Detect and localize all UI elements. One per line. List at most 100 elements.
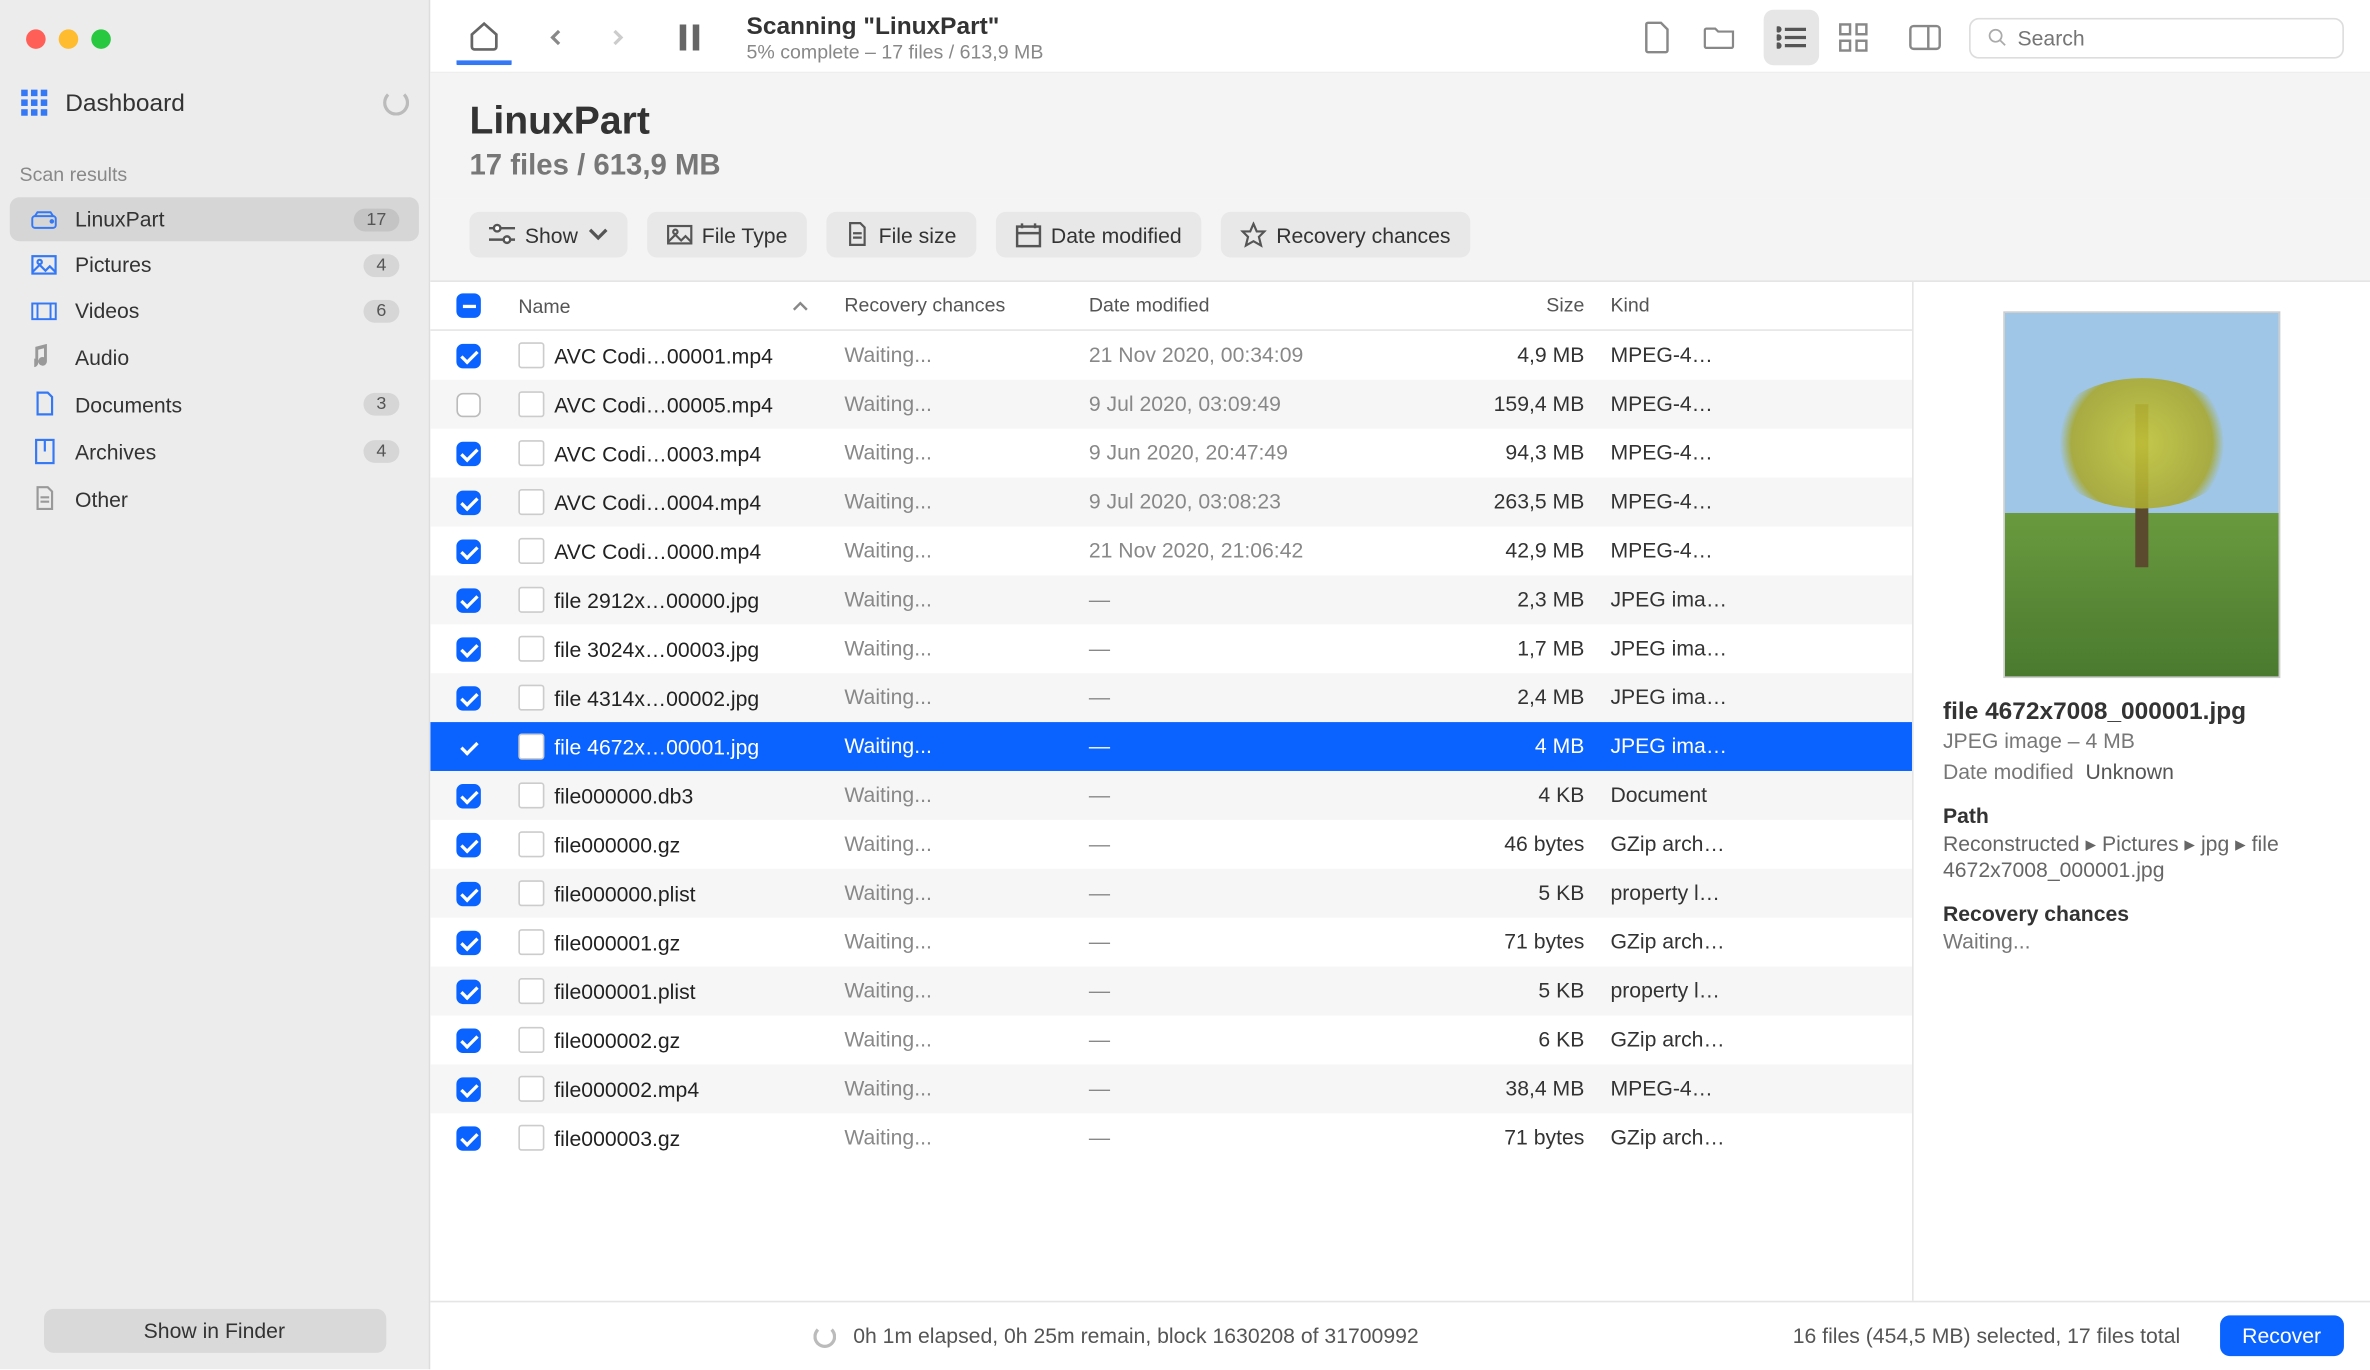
scan-title: Scanning "LinuxPart" [747, 12, 1044, 40]
sidebar-item-linuxpart[interactable]: LinuxPart17 [10, 197, 419, 241]
row-checkbox[interactable] [456, 441, 480, 465]
table-row[interactable]: AVC Codi…00005.mp4Waiting...9 Jul 2020, … [430, 380, 1912, 429]
table-row[interactable]: file000001.gzWaiting...—71 bytesGZip arc… [430, 918, 1912, 967]
row-checkbox[interactable] [456, 588, 480, 612]
page-subtitle: 17 files / 613,9 MB [469, 148, 2330, 182]
show-in-finder-button[interactable]: Show in Finder [43, 1309, 385, 1353]
file-size-filter-button[interactable]: File size [826, 212, 975, 258]
grid-icon [20, 88, 49, 117]
cell-recovery: Waiting... [831, 1113, 1076, 1162]
column-recovery[interactable]: Recovery chances [831, 282, 1076, 329]
row-checkbox[interactable] [456, 637, 480, 661]
row-checkbox[interactable] [456, 734, 480, 758]
table-row[interactable]: file 4672x…00001.jpgWaiting...—4 MBJPEG … [430, 722, 1912, 771]
table-row[interactable]: file000000.db3Waiting...—4 KBDocument [430, 771, 1912, 820]
table-row[interactable]: file 3024x…00003.jpgWaiting...—1,7 MBJPE… [430, 624, 1912, 673]
column-name[interactable]: Name [505, 282, 831, 329]
sidebar-item-documents[interactable]: Documents3 [10, 381, 419, 427]
row-checkbox[interactable] [456, 881, 480, 905]
row-checkbox[interactable] [456, 392, 480, 416]
sidebar-toggle-button[interactable] [1897, 10, 1952, 65]
cell-kind: GZip arch… [1597, 820, 1744, 869]
row-checkbox[interactable] [456, 979, 480, 1003]
row-checkbox[interactable] [456, 1077, 480, 1101]
sidebar-item-archives[interactable]: Archives4 [10, 429, 419, 475]
row-checkbox[interactable] [456, 685, 480, 709]
column-kind[interactable]: Kind [1597, 282, 1744, 329]
table-row[interactable]: file000002.gzWaiting...—6 KBGZip arch… [430, 1015, 1912, 1064]
file-icon [518, 1076, 544, 1102]
table-row[interactable]: file 4314x…00002.jpgWaiting...—2,4 MBJPE… [430, 673, 1912, 722]
cell-date: 21 Nov 2020, 21:06:42 [1076, 526, 1418, 575]
sidebar-item-pictures[interactable]: Pictures4 [10, 243, 419, 287]
file-icon [518, 391, 544, 417]
close-icon[interactable] [26, 29, 46, 49]
cell-recovery: Waiting... [831, 869, 1076, 918]
search-input[interactable] [2018, 25, 2327, 49]
cell-recovery: Waiting... [831, 771, 1076, 820]
pause-button[interactable] [662, 10, 717, 65]
cell-recovery: Waiting... [831, 1015, 1076, 1064]
row-checkbox[interactable] [456, 783, 480, 807]
forward-button[interactable] [590, 10, 645, 65]
sidebar-section-header: Scan results [0, 140, 429, 195]
spinner-icon [383, 90, 409, 116]
cell-date: 9 Jul 2020, 03:09:49 [1076, 380, 1418, 429]
column-size[interactable]: Size [1418, 282, 1597, 329]
sidebar-item-label: Videos [75, 298, 139, 322]
cell-date: — [1076, 967, 1418, 1016]
recovery-chances-filter-button[interactable]: Recovery chances [1221, 212, 1470, 258]
date-modified-filter-button[interactable]: Date modified [995, 212, 1201, 258]
show-filter-button[interactable]: Show [469, 212, 626, 258]
file-name: file000001.gz [554, 930, 680, 954]
sidebar-item-audio[interactable]: Audio [10, 334, 419, 380]
file-type-filter-button[interactable]: File Type [646, 212, 807, 258]
table-row[interactable]: AVC Codi…00001.mp4Waiting...21 Nov 2020,… [430, 331, 1912, 380]
cell-kind: JPEG ima… [1597, 575, 1744, 624]
table-row[interactable]: file000001.plistWaiting...—5 KBproperty … [430, 967, 1912, 1016]
grid-view-button[interactable] [1826, 10, 1881, 65]
window-controls [0, 0, 429, 65]
recover-button[interactable]: Recover [2219, 1315, 2344, 1356]
table-row[interactable]: AVC Codi…0000.mp4Waiting...21 Nov 2020, … [430, 526, 1912, 575]
sidebar-item-videos[interactable]: Videos6 [10, 289, 419, 333]
list-view-button[interactable] [1764, 10, 1819, 65]
table-row[interactable]: file000000.gzWaiting...—46 bytesGZip arc… [430, 820, 1912, 869]
sidebar-item-other[interactable]: Other [10, 476, 419, 522]
file-icon [518, 587, 544, 613]
table-row[interactable]: file000003.gzWaiting...—71 bytesGZip arc… [430, 1113, 1912, 1162]
select-all-checkbox[interactable] [456, 293, 480, 317]
cell-size: 94,3 MB [1418, 429, 1597, 478]
minimize-icon[interactable] [59, 29, 79, 49]
row-checkbox[interactable] [456, 490, 480, 514]
row-checkbox[interactable] [456, 832, 480, 856]
file-icon-button[interactable] [1630, 10, 1685, 65]
row-checkbox[interactable] [456, 1028, 480, 1052]
home-button[interactable] [456, 10, 511, 65]
cell-kind: Document [1597, 771, 1744, 820]
file-icon [518, 978, 544, 1004]
table-row[interactable]: file 2912x…00000.jpgWaiting...—2,3 MBJPE… [430, 575, 1912, 624]
row-checkbox[interactable] [456, 539, 480, 563]
back-button[interactable] [528, 10, 583, 65]
search-box[interactable] [1969, 17, 2344, 58]
row-checkbox[interactable] [456, 1126, 480, 1150]
cell-size: 5 KB [1418, 967, 1597, 1016]
table-row[interactable]: file000002.mp4Waiting...—38,4 MBMPEG-4… [430, 1064, 1912, 1113]
maximize-icon[interactable] [91, 29, 111, 49]
folder-icon-button[interactable] [1692, 10, 1747, 65]
table-row[interactable]: AVC Codi…0004.mp4Waiting...9 Jul 2020, 0… [430, 478, 1912, 527]
sidebar: Dashboard Scan results LinuxPart17Pictur… [0, 0, 430, 1369]
column-date[interactable]: Date modified [1076, 282, 1418, 329]
cell-size: 1,7 MB [1418, 624, 1597, 673]
file-icon [518, 782, 544, 808]
table-row[interactable]: file000000.plistWaiting...—5 KBproperty … [430, 869, 1912, 918]
row-checkbox[interactable] [456, 930, 480, 954]
cell-date: — [1076, 624, 1418, 673]
dashboard-link[interactable]: Dashboard [0, 65, 429, 140]
file-name: file000002.gz [554, 1028, 680, 1052]
sidebar-item-label: Audio [75, 345, 129, 369]
file-name: AVC Codi…00005.mp4 [554, 392, 773, 416]
table-row[interactable]: AVC Codi…0003.mp4Waiting...9 Jun 2020, 2… [430, 429, 1912, 478]
row-checkbox[interactable] [456, 343, 480, 367]
